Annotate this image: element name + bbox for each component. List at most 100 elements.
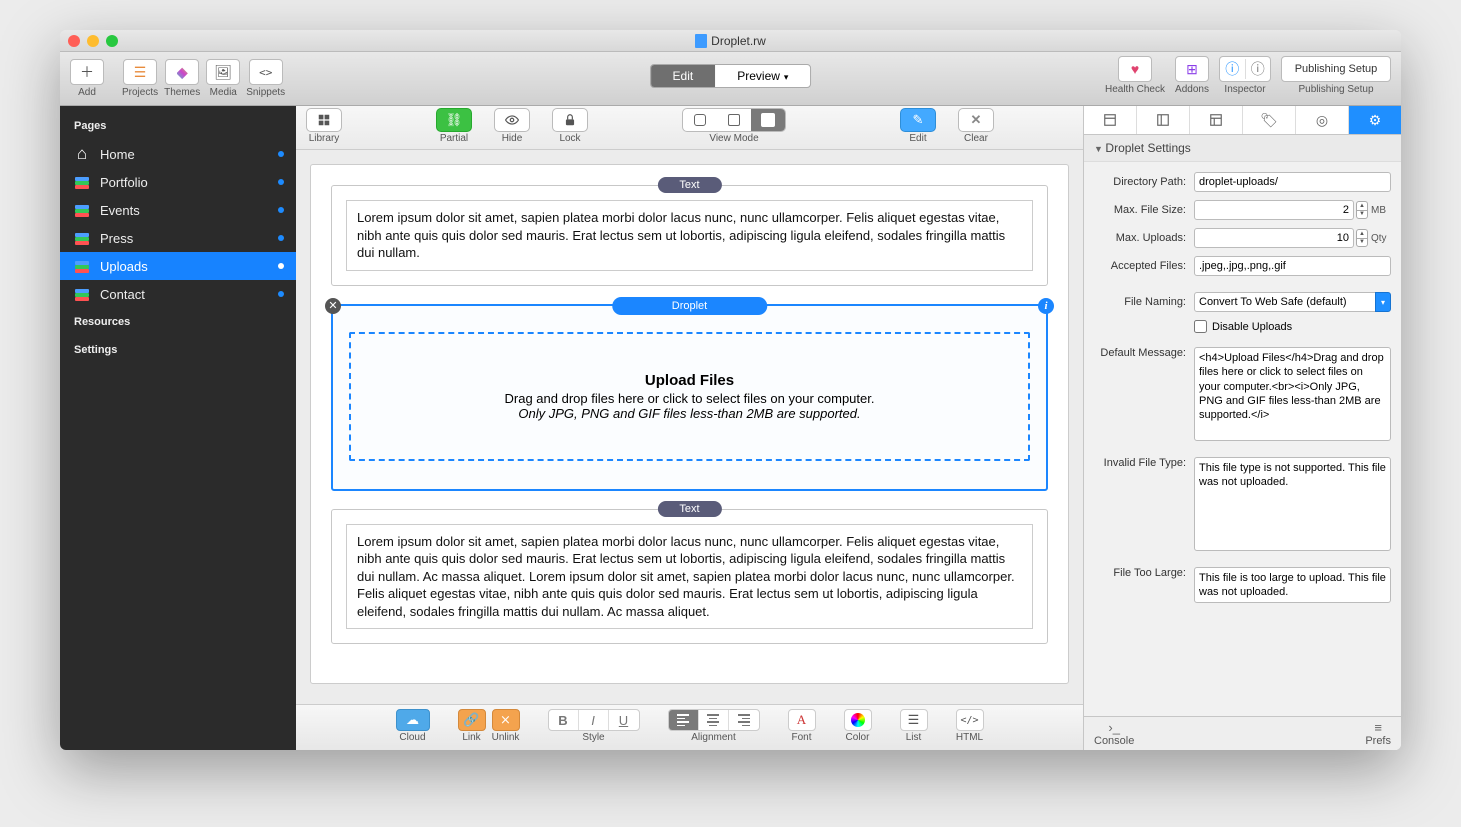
console-button[interactable]: ›_Console bbox=[1094, 720, 1134, 747]
themes-button[interactable]: ◆Themes bbox=[164, 59, 200, 98]
view-mode-2-button[interactable] bbox=[717, 109, 751, 131]
media-button[interactable]: 🖼Media bbox=[206, 59, 240, 98]
tag-icon: 🏷 bbox=[1260, 112, 1278, 129]
file-naming-select[interactable] bbox=[1194, 292, 1377, 312]
droplet-stack[interactable]: ✕ i Droplet Upload Files Drag and drop f… bbox=[331, 304, 1048, 491]
text-stack-1[interactable]: Text Lorem ipsum dolor sit amet, sapien … bbox=[331, 185, 1048, 286]
accepted-files-input[interactable] bbox=[1194, 256, 1391, 276]
underline-button[interactable]: U bbox=[609, 710, 639, 730]
partial-button[interactable]: ⛓Partial bbox=[436, 108, 472, 144]
info-icon: ⓘ bbox=[1246, 59, 1271, 79]
sidebar-resources-header[interactable]: Resources bbox=[60, 308, 296, 336]
sidebar-item-label: Uploads bbox=[100, 259, 148, 274]
invalid-file-type-textarea[interactable] bbox=[1194, 457, 1391, 551]
inspector-tabs: 🏷 ◎ ⚙ bbox=[1084, 106, 1401, 135]
inspector-tab-3[interactable] bbox=[1190, 106, 1243, 134]
publishing-setup-button[interactable]: Publishing Setup Publishing Setup bbox=[1281, 56, 1391, 95]
alignment-group: Alignment bbox=[668, 709, 760, 743]
text-content[interactable]: Lorem ipsum dolor sit amet, sapien plate… bbox=[346, 524, 1033, 630]
hide-button[interactable]: Hide bbox=[494, 108, 530, 144]
sidebar-item-label: Events bbox=[100, 203, 140, 218]
inspector-tab-2[interactable] bbox=[1137, 106, 1190, 134]
directory-path-input[interactable] bbox=[1194, 172, 1391, 192]
sidebar-pages-header: Pages bbox=[60, 112, 296, 140]
view-mode-segment: View Mode bbox=[682, 108, 786, 144]
mb-unit-label: MB bbox=[1371, 205, 1391, 216]
italic-button[interactable]: I bbox=[579, 710, 609, 730]
unlink-button[interactable]: ⨯Unlink bbox=[492, 709, 520, 743]
chevron-down-icon: ▾ bbox=[784, 72, 789, 82]
addons-button[interactable]: ⊞Addons bbox=[1175, 56, 1209, 95]
inspector-tab-4[interactable]: 🏷 bbox=[1243, 106, 1296, 134]
preview-mode-button[interactable]: Preview▾ bbox=[715, 65, 810, 87]
default-message-textarea[interactable] bbox=[1194, 347, 1391, 441]
align-center-button[interactable] bbox=[699, 710, 729, 730]
document-icon bbox=[695, 34, 707, 48]
drop-line-2: Only JPG, PNG and GIF files less-than 2M… bbox=[361, 406, 1018, 421]
align-left-button[interactable] bbox=[669, 710, 699, 730]
inspector-tab-settings[interactable]: ⚙ bbox=[1349, 106, 1401, 134]
add-button[interactable]: ＋Add bbox=[70, 59, 104, 98]
library-button[interactable]: Library bbox=[306, 108, 342, 144]
edit-preview-segment: Edit Preview▾ bbox=[650, 64, 812, 88]
sidebar-item-contact[interactable]: Contact bbox=[60, 280, 296, 308]
file-naming-dropdown-button[interactable]: ▾ bbox=[1375, 292, 1391, 312]
inspector-toggle[interactable]: ⓘⓘ Inspector bbox=[1219, 56, 1271, 95]
default-message-label: Default Message: bbox=[1084, 347, 1194, 359]
disable-uploads-checkbox[interactable] bbox=[1194, 320, 1207, 333]
bold-button[interactable]: B bbox=[549, 710, 579, 730]
editor-pane: Library ⛓Partial Hide Lock View Mode ✎Ed… bbox=[296, 106, 1083, 750]
text-stack-2[interactable]: Text Lorem ipsum dolor sit amet, sapien … bbox=[331, 509, 1048, 645]
sidebar-item-press[interactable]: Press bbox=[60, 224, 296, 252]
sidebar-item-home[interactable]: Home bbox=[60, 140, 296, 168]
font-button[interactable]: AFont bbox=[788, 709, 816, 743]
snippets-button[interactable]: <>Snippets bbox=[246, 59, 285, 98]
stacks-icon bbox=[74, 258, 90, 274]
cloud-button[interactable]: ☁Cloud bbox=[396, 709, 430, 743]
projects-button[interactable]: ☰Projects bbox=[122, 59, 158, 98]
minimize-window-button[interactable] bbox=[87, 35, 99, 47]
view-mode-1-button[interactable] bbox=[683, 109, 717, 131]
inspector-tab-5[interactable]: ◎ bbox=[1296, 106, 1349, 134]
color-button[interactable]: Color bbox=[844, 709, 872, 743]
max-uploads-label: Max. Uploads: bbox=[1084, 232, 1194, 244]
prefs-button[interactable]: ≡Prefs bbox=[1365, 720, 1391, 747]
edit-stack-button[interactable]: ✎Edit bbox=[900, 108, 936, 144]
stacks-icon bbox=[74, 230, 90, 246]
sidebar-item-uploads[interactable]: Uploads bbox=[60, 252, 296, 280]
close-icon[interactable]: ✕ bbox=[325, 298, 341, 314]
accepted-files-label: Accepted Files: bbox=[1084, 260, 1194, 272]
align-right-button[interactable] bbox=[729, 710, 759, 730]
view-mode-3-button[interactable] bbox=[751, 109, 785, 131]
link-button[interactable]: 🔗Link bbox=[458, 709, 486, 743]
file-too-large-textarea[interactable] bbox=[1194, 567, 1391, 604]
list-button[interactable]: ☰List bbox=[900, 709, 928, 743]
inspector-tab-1[interactable] bbox=[1084, 106, 1137, 134]
canvas-scroll[interactable]: Text Lorem ipsum dolor sit amet, sapien … bbox=[296, 150, 1083, 704]
sidebar-item-portfolio[interactable]: Portfolio bbox=[60, 168, 296, 196]
bottom-toolbar: ☁Cloud 🔗Link ⨯Unlink B I U Style bbox=[296, 704, 1083, 750]
stacks-icon bbox=[74, 202, 90, 218]
html-button[interactable]: </>HTML bbox=[956, 709, 984, 743]
drop-title: Upload Files bbox=[361, 372, 1018, 389]
inspector-body[interactable]: Directory Path: Max. File Size: ▲▼ MB Ma… bbox=[1084, 162, 1401, 716]
max-file-size-input[interactable] bbox=[1194, 200, 1354, 220]
sidebar-settings-header[interactable]: Settings bbox=[60, 336, 296, 364]
qty-unit-label: Qty bbox=[1371, 233, 1391, 244]
sidebar-item-events[interactable]: Events bbox=[60, 196, 296, 224]
inspector-section-header[interactable]: Droplet Settings bbox=[1084, 135, 1401, 162]
drop-line-1: Drag and drop files here or click to sel… bbox=[361, 391, 1018, 406]
info-icon[interactable]: i bbox=[1038, 298, 1054, 314]
upload-drop-zone[interactable]: Upload Files Drag and drop files here or… bbox=[349, 332, 1030, 461]
max-uploads-input[interactable] bbox=[1194, 228, 1354, 248]
max-file-size-stepper[interactable]: ▲▼ bbox=[1356, 201, 1368, 219]
max-uploads-stepper[interactable]: ▲▼ bbox=[1356, 229, 1368, 247]
close-window-button[interactable] bbox=[68, 35, 80, 47]
zoom-window-button[interactable] bbox=[106, 35, 118, 47]
sidebar-item-label: Home bbox=[100, 147, 135, 162]
lock-button[interactable]: Lock bbox=[552, 108, 588, 144]
clear-button[interactable]: ✕Clear bbox=[958, 108, 994, 144]
health-check-button[interactable]: ♥Health Check bbox=[1105, 56, 1165, 95]
text-content[interactable]: Lorem ipsum dolor sit amet, sapien plate… bbox=[346, 200, 1033, 271]
edit-mode-button[interactable]: Edit bbox=[651, 65, 716, 87]
